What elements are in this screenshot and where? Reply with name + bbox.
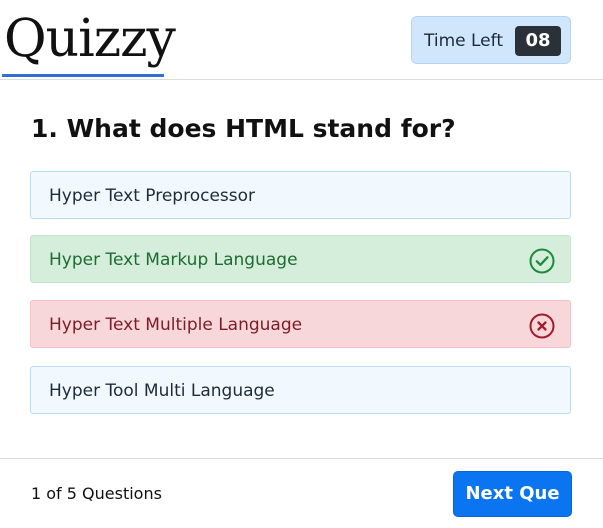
logo-underline: [2, 74, 164, 77]
option-preprocessor[interactable]: Hyper Text Preprocessor: [30, 171, 571, 219]
option-label: Hyper Text Preprocessor: [49, 186, 256, 206]
quiz-card: Quizzy Time Left 08 1. What does HTML st…: [0, 0, 603, 528]
quizzy-logo: Quizzy: [4, 9, 176, 69]
timer-label: Time Left: [424, 31, 503, 51]
option-label: Hyper Tool Multi Language: [49, 381, 275, 401]
question-text: 1. What does HTML stand for?: [31, 114, 456, 143]
quiz-header: Quizzy Time Left 08: [0, 0, 603, 80]
option-tool-multi-language[interactable]: Hyper Tool Multi Language: [30, 366, 571, 414]
option-multiple-language-wrong[interactable]: Hyper Text Multiple Language: [30, 300, 571, 348]
option-label: Hyper Text Markup Language: [49, 250, 298, 270]
next-question-button[interactable]: Next Que: [453, 471, 572, 517]
question-count: 1 of 5 Questions: [31, 484, 162, 503]
option-markup-language-correct[interactable]: Hyper Text Markup Language: [30, 235, 571, 283]
quiz-footer: 1 of 5 Questions Next Que: [0, 458, 603, 528]
timer-box: Time Left 08: [411, 16, 571, 64]
x-circle-icon: [529, 313, 555, 339]
timer-value: 08: [515, 26, 561, 56]
option-label: Hyper Text Multiple Language: [49, 315, 303, 335]
check-circle-icon: [529, 248, 555, 274]
